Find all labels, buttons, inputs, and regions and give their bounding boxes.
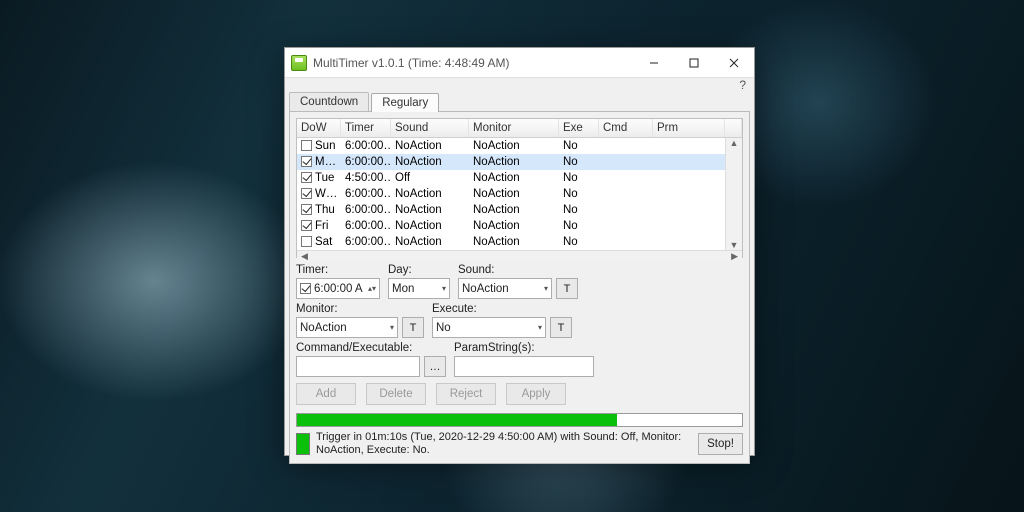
horizontal-scrollbar[interactable]: ◀ ▶ <box>297 250 742 262</box>
row-checkbox[interactable] <box>301 140 312 151</box>
param-label: ParamString(s): <box>454 342 594 354</box>
browse-button[interactable]: … <box>424 356 446 377</box>
table-row[interactable]: W…6:00:00…NoActionNoActionNo <box>297 186 725 202</box>
row-checkbox[interactable] <box>301 156 312 167</box>
timer-checkbox[interactable] <box>300 283 311 294</box>
row-checkbox[interactable] <box>301 236 312 247</box>
row-checkbox[interactable] <box>301 204 312 215</box>
col-dow[interactable]: DoW <box>297 119 341 137</box>
monitor-test-button[interactable]: T <box>402 317 424 338</box>
execute-test-button[interactable]: T <box>550 317 572 338</box>
maximize-button[interactable] <box>674 48 714 78</box>
window-title: MultiTimer v1.0.1 (Time: 4:48:49 AM) <box>313 56 510 70</box>
table-row[interactable]: Sun6:00:00…NoActionNoActionNo <box>297 138 725 154</box>
schedule-list: DoW Timer Sound Monitor Exe Cmd Prm Sun6… <box>296 118 743 258</box>
table-row[interactable]: Tue4:50:00…OffNoActionNo <box>297 170 725 186</box>
app-window: MultiTimer v1.0.1 (Time: 4:48:49 AM) ? C… <box>284 47 755 456</box>
table-row[interactable]: M…6:00:00…NoActionNoActionNo <box>297 154 725 170</box>
scroll-up-icon[interactable]: ▲ <box>730 138 739 148</box>
minimize-button[interactable] <box>634 48 674 78</box>
col-exe[interactable]: Exe <box>559 119 599 137</box>
execute-select[interactable]: No▾ <box>432 317 546 338</box>
progress-bar <box>296 413 743 427</box>
stop-button[interactable]: Stop! <box>698 433 743 455</box>
add-button[interactable]: Add <box>296 383 356 405</box>
sound-select[interactable]: NoAction▾ <box>458 278 552 299</box>
tab-countdown[interactable]: Countdown <box>289 92 369 111</box>
titlebar[interactable]: MultiTimer v1.0.1 (Time: 4:48:49 AM) <box>285 48 754 78</box>
list-rows[interactable]: Sun6:00:00…NoActionNoActionNoM…6:00:00…N… <box>297 138 725 250</box>
param-input[interactable] <box>454 356 594 377</box>
col-cmd[interactable]: Cmd <box>599 119 653 137</box>
tab-panel-regulary: DoW Timer Sound Monitor Exe Cmd Prm Sun6… <box>289 111 750 464</box>
vertical-scrollbar[interactable]: ▲ ▼ <box>725 138 742 250</box>
edit-form: Timer: 6:00:00 A ▴▾ Day: Mon▾ Sound: <box>296 264 743 457</box>
day-label: Day: <box>388 264 450 276</box>
monitor-select[interactable]: NoAction▾ <box>296 317 398 338</box>
timer-label: Timer: <box>296 264 380 276</box>
timer-input[interactable]: 6:00:00 A ▴▾ <box>296 278 380 299</box>
table-row[interactable]: Sat6:00:00…NoActionNoActionNo <box>297 234 725 250</box>
status-text: Trigger in 01m:10s (Tue, 2020-12-29 4:50… <box>316 431 692 457</box>
col-prm[interactable]: Prm <box>653 119 725 137</box>
tabs: Countdown Regulary <box>285 92 754 111</box>
spinner-icon[interactable]: ▴▾ <box>368 284 376 293</box>
list-header[interactable]: DoW Timer Sound Monitor Exe Cmd Prm <box>297 119 742 138</box>
scroll-left-icon[interactable]: ◀ <box>301 251 308 262</box>
row-checkbox[interactable] <box>301 220 312 231</box>
progress-fill <box>297 414 617 426</box>
chevron-down-icon: ▾ <box>538 323 542 332</box>
day-select[interactable]: Mon▾ <box>388 278 450 299</box>
execute-label: Execute: <box>432 303 572 315</box>
row-checkbox[interactable] <box>301 172 312 183</box>
status-indicator <box>296 433 310 455</box>
monitor-label: Monitor: <box>296 303 424 315</box>
row-checkbox[interactable] <box>301 188 312 199</box>
command-label: Command/Executable: <box>296 342 446 354</box>
sound-label: Sound: <box>458 264 578 276</box>
col-monitor[interactable]: Monitor <box>469 119 559 137</box>
delete-button[interactable]: Delete <box>366 383 426 405</box>
reject-button[interactable]: Reject <box>436 383 496 405</box>
col-timer[interactable]: Timer <box>341 119 391 137</box>
app-icon <box>291 55 307 71</box>
close-button[interactable] <box>714 48 754 78</box>
apply-button[interactable]: Apply <box>506 383 566 405</box>
table-row[interactable]: Fri6:00:00…NoActionNoActionNo <box>297 218 725 234</box>
col-sound[interactable]: Sound <box>391 119 469 137</box>
chevron-down-icon: ▾ <box>390 323 394 332</box>
chevron-down-icon: ▾ <box>544 284 548 293</box>
scroll-down-icon[interactable]: ▼ <box>730 240 739 250</box>
command-input[interactable] <box>296 356 420 377</box>
help-button[interactable]: ? <box>285 78 754 92</box>
sound-test-button[interactable]: T <box>556 278 578 299</box>
chevron-down-icon: ▾ <box>442 284 446 293</box>
scroll-right-icon[interactable]: ▶ <box>731 251 738 262</box>
table-row[interactable]: Thu6:00:00…NoActionNoActionNo <box>297 202 725 218</box>
tab-regulary[interactable]: Regulary <box>371 93 439 112</box>
